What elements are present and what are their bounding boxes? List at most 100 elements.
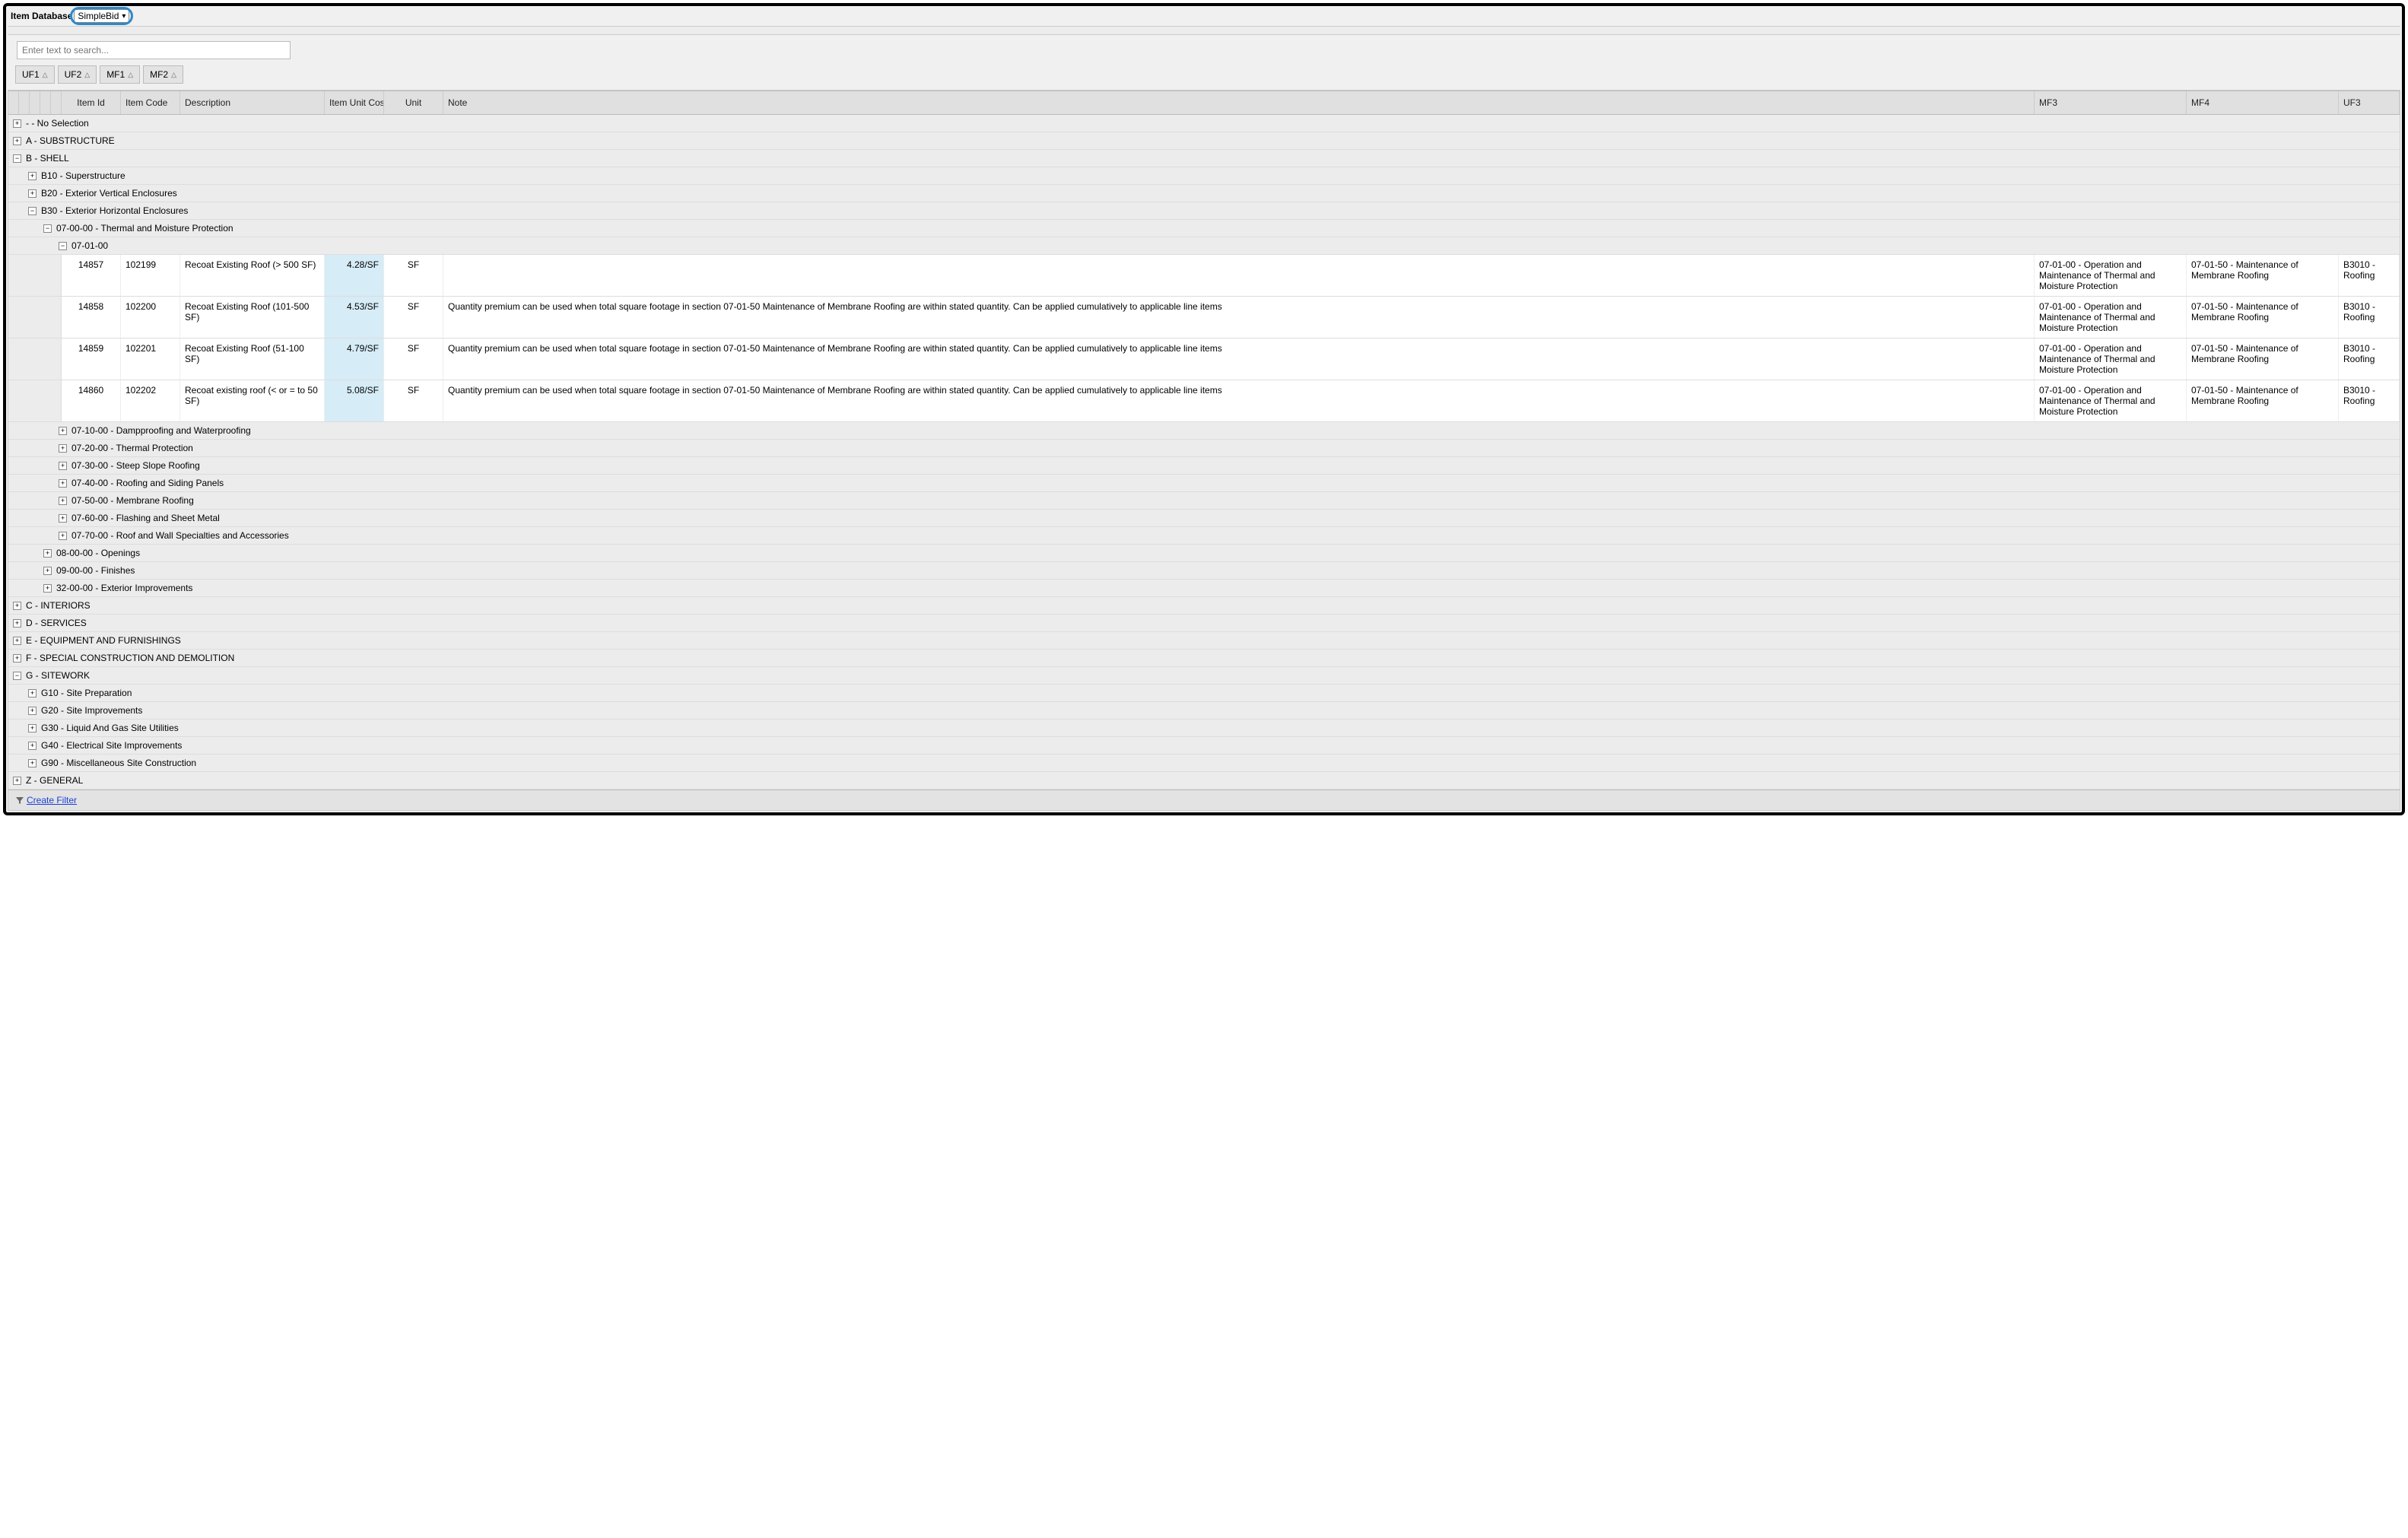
tree-row-f[interactable]: + F - SPECIAL CONSTRUCTION AND DEMOLITIO… [8,650,2400,667]
tree-row-07-50-00[interactable]: + 07-50-00 - Membrane Roofing [8,492,2400,510]
tree-row-07-30-00[interactable]: + 07-30-00 - Steep Slope Roofing [8,457,2400,475]
col-item-code[interactable]: Item Code [121,91,180,114]
cell-cost: 4.28/SF [325,255,384,296]
tree-row-a[interactable]: + A - SUBSTRUCTURE [8,132,2400,150]
col-mf3[interactable]: MF3 [2035,91,2187,114]
expand-icon[interactable]: + [28,689,37,698]
expand-icon[interactable]: + [59,427,67,435]
tree-row-b30[interactable]: − B30 - Exterior Horizontal Enclosures [8,202,2400,220]
tree-row-g30[interactable]: + G30 - Liquid And Gas Site Utilities [8,720,2400,737]
search-input[interactable] [17,41,291,59]
expand-icon[interactable]: + [28,724,37,732]
tree-row-07-60-00[interactable]: + 07-60-00 - Flashing and Sheet Metal [8,510,2400,527]
col-item-unit-cost[interactable]: Item Unit Cost [325,91,384,114]
group-by-buttons: UF1 △ UF2 △ MF1 △ MF2 △ [8,65,2400,90]
tree-row-g20[interactable]: + G20 - Site Improvements [8,702,2400,720]
cell-description: Recoat Existing Roof (101-500 SF) [180,297,325,338]
collapse-icon[interactable]: − [59,242,67,250]
expand-icon[interactable]: + [13,619,21,628]
collapse-icon[interactable]: − [28,207,37,215]
expand-icon[interactable]: + [13,137,21,145]
expand-icon[interactable]: + [59,497,67,505]
tree-row-e[interactable]: + E - EQUIPMENT AND FURNISHINGS [8,632,2400,650]
expand-icon[interactable]: + [13,777,21,785]
expand-icon[interactable]: + [59,444,67,453]
tree-row-d[interactable]: + D - SERVICES [8,615,2400,632]
tree-row-09-00-00[interactable]: + 09-00-00 - Finishes [8,562,2400,580]
group-btn-mf2[interactable]: MF2 △ [143,65,183,84]
expand-icon[interactable]: + [28,189,37,198]
collapse-icon[interactable]: − [13,672,21,680]
tree-row-07-20-00[interactable]: + 07-20-00 - Thermal Protection [8,440,2400,457]
tree-row-c[interactable]: + C - INTERIORS [8,597,2400,615]
table-row[interactable]: 14857 102199 Recoat Existing Roof (> 500… [8,255,2400,297]
tree-row-32-00-00[interactable]: + 32-00-00 - Exterior Improvements [8,580,2400,597]
expand-icon[interactable]: + [28,759,37,767]
tree-label: 07-40-00 - Roofing and Siding Panels [71,478,224,488]
col-note[interactable]: Note [443,91,2035,114]
tree-row-08-00-00[interactable]: + 08-00-00 - Openings [8,545,2400,562]
tree-row-g90[interactable]: + G90 - Miscellaneous Site Construction [8,755,2400,772]
expand-icon[interactable]: + [43,549,52,558]
table-row[interactable]: 14860 102202 Recoat existing roof (< or … [8,380,2400,422]
tree-label: B - SHELL [26,153,69,164]
expand-icon[interactable]: + [59,479,67,488]
search-row [8,35,2400,65]
tree-row-g[interactable]: − G - SITEWORK [8,667,2400,685]
group-btn-mf1[interactable]: MF1 △ [100,65,140,84]
col-uf3[interactable]: UF3 [2339,91,2400,114]
col-mf4[interactable]: MF4 [2187,91,2339,114]
cell-unit: SF [384,380,443,421]
expand-icon[interactable]: + [28,707,37,715]
cell-item-code: 102199 [121,255,180,296]
expand-icon[interactable]: + [13,602,21,610]
group-btn-label: UF1 [22,69,40,80]
expand-icon[interactable]: + [59,532,67,540]
expand-icon[interactable]: + [43,567,52,575]
cell-mf4: 07-01-50 - Maintenance of Membrane Roofi… [2187,380,2339,421]
col-item-id[interactable]: Item Id [62,91,121,114]
tree-row-g10[interactable]: + G10 - Site Preparation [8,685,2400,702]
tree-row-07-00-00[interactable]: − 07-00-00 - Thermal and Moisture Protec… [8,220,2400,237]
tree-row-no-selection[interactable]: + - - No Selection [8,115,2400,132]
tree-row-07-10-00[interactable]: + 07-10-00 - Dampproofing and Waterproof… [8,422,2400,440]
tree-row-b20[interactable]: + B20 - Exterior Vertical Enclosures [8,185,2400,202]
tree-row-g40[interactable]: + G40 - Electrical Site Improvements [8,737,2400,755]
expand-icon[interactable]: + [28,172,37,180]
cell-unit: SF [384,338,443,380]
tree-label: E - EQUIPMENT AND FURNISHINGS [26,635,181,646]
expand-icon[interactable]: + [13,119,21,128]
col-description[interactable]: Description [180,91,325,114]
expand-icon[interactable]: + [59,462,67,470]
tree-row-07-70-00[interactable]: + 07-70-00 - Roof and Wall Specialties a… [8,527,2400,545]
sort-asc-icon: △ [84,71,90,79]
group-btn-label: MF1 [106,69,125,80]
tree-row-z[interactable]: + Z - GENERAL [8,772,2400,790]
expand-icon[interactable]: + [28,742,37,750]
col-unit[interactable]: Unit [384,91,443,114]
tree-row-07-01-00[interactable]: − 07-01-00 [8,237,2400,255]
database-select[interactable]: SimpleBid ▾ [74,9,129,23]
group-btn-uf1[interactable]: UF1 △ [15,65,55,84]
expand-icon[interactable]: + [13,654,21,663]
table-row[interactable]: 14858 102200 Recoat Existing Roof (101-5… [8,297,2400,338]
sort-asc-icon: △ [128,71,133,79]
expand-icon[interactable]: + [43,584,52,593]
expand-icon[interactable]: + [59,514,67,523]
tree-label: 07-70-00 - Roof and Wall Specialties and… [71,530,289,541]
filter-icon [16,796,24,804]
tree-row-b10[interactable]: + B10 - Superstructure [8,167,2400,185]
collapse-icon[interactable]: − [13,154,21,163]
tree-label: Z - GENERAL [26,775,83,786]
tree-label: B10 - Superstructure [41,170,125,181]
table-row[interactable]: 14859 102201 Recoat Existing Roof (51-10… [8,338,2400,380]
cell-description: Recoat existing roof (< or = to 50 SF) [180,380,325,421]
tree-row-07-40-00[interactable]: + 07-40-00 - Roofing and Siding Panels [8,475,2400,492]
tree-row-b[interactable]: − B - SHELL [8,150,2400,167]
create-filter-link[interactable]: Create Filter [27,795,77,806]
tree-label: F - SPECIAL CONSTRUCTION AND DEMOLITION [26,653,234,663]
tree-label: 07-60-00 - Flashing and Sheet Metal [71,513,220,523]
collapse-icon[interactable]: − [43,224,52,233]
expand-icon[interactable]: + [13,637,21,645]
group-btn-uf2[interactable]: UF2 △ [58,65,97,84]
